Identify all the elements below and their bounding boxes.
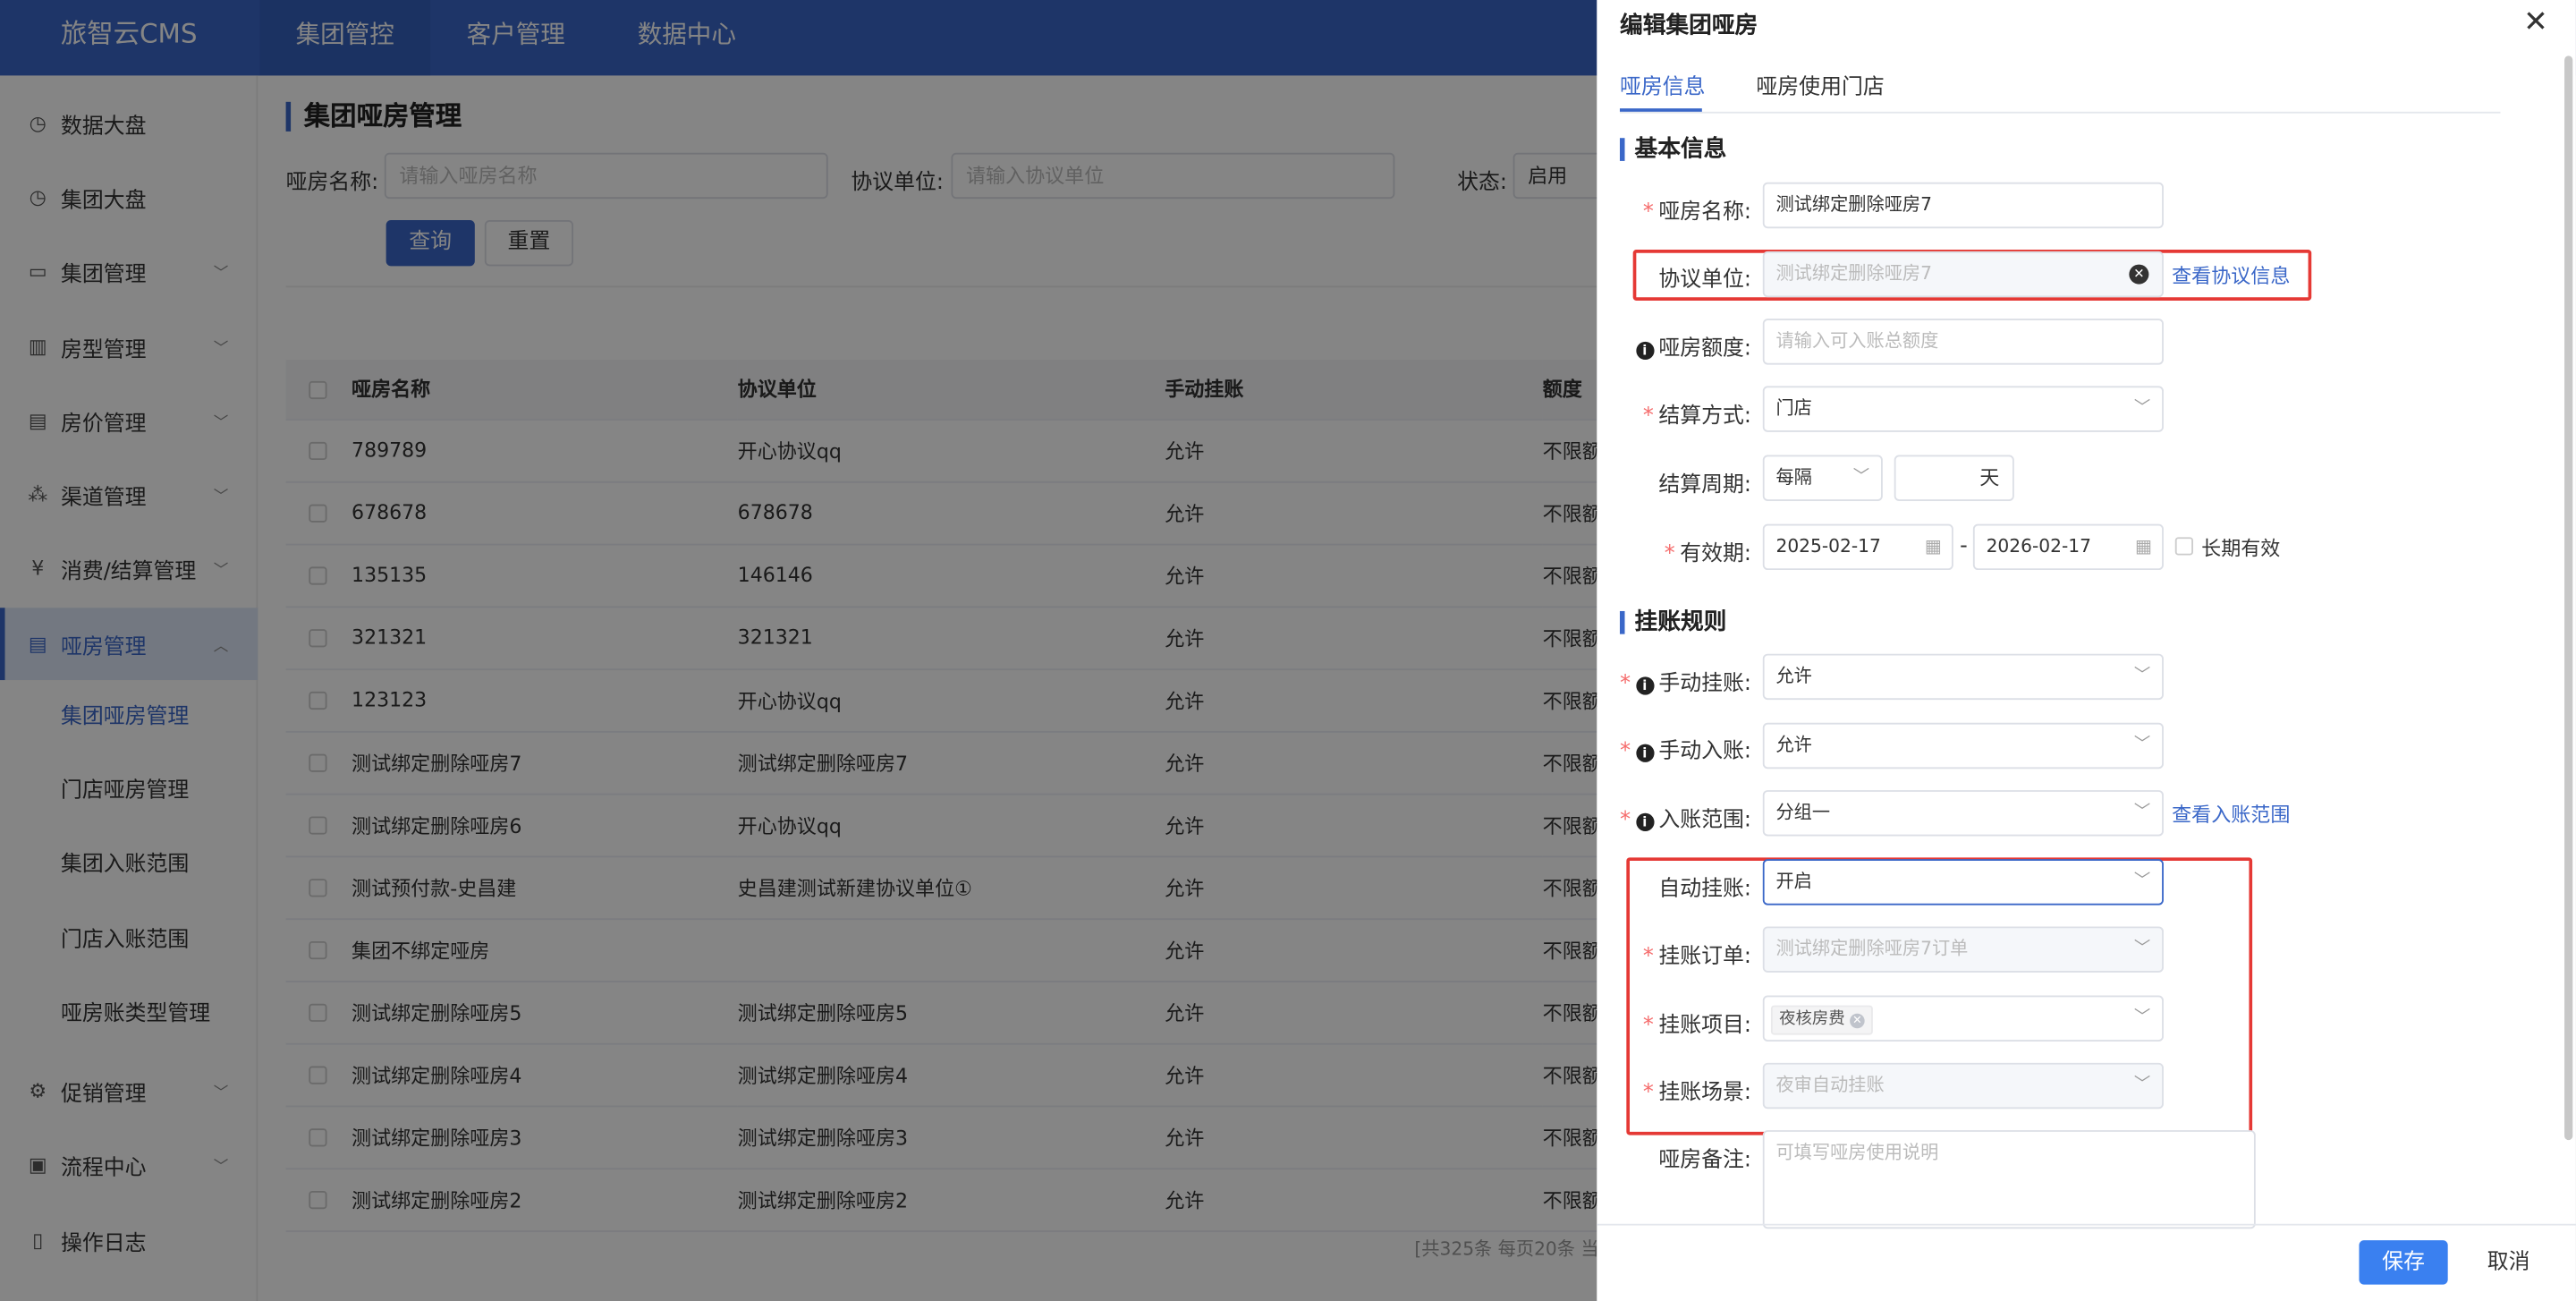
post-scope-value: 分组一 (1775, 801, 1831, 823)
charge-scene-label: * 挂账场景: (1642, 1081, 1751, 1106)
charge-order-value: 测试绑定删除哑房7订单 (1775, 938, 1969, 960)
settle-method-label: * 结算方式: (1642, 404, 1751, 429)
charge-scene-select[interactable]: 夜审自动挂账 ﹀ (1762, 1062, 2164, 1110)
required-mark: * (1642, 404, 1654, 429)
edit-drawer: 编辑集团哑房 ✕ 哑房信息 哑房使用门店 基本信息 * 哑房名称: 测试绑定删除哑… (1597, 0, 2576, 1301)
required-mark: * (1620, 739, 1631, 764)
agreement-unit-input[interactable]: 测试绑定删除哑房7 ✕ (1762, 251, 2164, 298)
settle-method-select[interactable]: 门店 ﹀ (1762, 386, 2164, 432)
section-charge-rules: 挂账规则 (1619, 610, 1726, 634)
info-icon: i (1635, 676, 1654, 695)
long-term-label: 长期有效 (2201, 537, 2281, 561)
remark-textarea[interactable]: 可填写哑房使用说明 (1762, 1130, 2256, 1229)
required-mark: * (1664, 541, 1675, 567)
charge-order-select[interactable]: 测试绑定删除哑房7订单 ﹀ (1762, 926, 2164, 973)
quota-label: i 哑房额度: (1597, 330, 1751, 361)
date-separator: - (1960, 533, 1968, 559)
post-scope-label: * i 入账范围: (1620, 808, 1751, 833)
chevron-down-icon: ﹀ (1852, 468, 1870, 487)
section-basic-info: 基本信息 (1619, 138, 1726, 161)
settle-cycle-days-input[interactable]: 天 (1894, 455, 2014, 501)
required-mark: * (1642, 1013, 1654, 1039)
active-tab-indicator (1619, 108, 1702, 112)
required-mark: * (1620, 671, 1631, 697)
manual-post-value: 允许 (1775, 734, 1812, 756)
drawer-title: 编辑集团哑房 (1619, 13, 1758, 40)
long-term-checkbox[interactable] (2174, 537, 2193, 556)
required-mark: * (1642, 200, 1654, 225)
info-icon: i (1635, 744, 1654, 762)
tabs-divider (1619, 111, 2501, 114)
post-scope-select[interactable]: 分组一 ﹀ (1762, 790, 2164, 837)
required-mark: * (1642, 1081, 1654, 1106)
charge-item-tag: 夜核房费 ✕ (1770, 1005, 1873, 1035)
settle-cycle-select[interactable]: 每隔 ﹀ (1762, 455, 1883, 501)
charge-item-label: * 挂账项目: (1642, 1013, 1751, 1039)
dummy-name-input[interactable]: 测试绑定删除哑房7 (1762, 182, 2164, 229)
manual-post-select[interactable]: 允许 ﹀ (1762, 722, 2164, 770)
days-unit: 天 (1979, 466, 2000, 490)
validity-label: * 有效期: (1664, 541, 1751, 567)
required-mark: * (1620, 808, 1631, 833)
validity-end-date[interactable]: 2026-02-17 ▦ (1972, 523, 2164, 571)
manual-charge-value: 允许 (1775, 665, 1812, 687)
manual-post-label: * i 手动入账: (1620, 739, 1751, 764)
calendar-icon: ▦ (2134, 535, 2153, 557)
auto-charge-value: 开启 (1775, 871, 1812, 892)
chevron-down-icon: ﹀ (2133, 872, 2151, 891)
info-icon: i (1635, 812, 1654, 831)
settle-cycle-value: 每隔 (1775, 466, 1812, 489)
chevron-down-icon: ﹀ (2133, 399, 2151, 418)
end-date-value: 2026-02-17 (1986, 535, 2092, 557)
cancel-button[interactable]: 取消 (2464, 1240, 2553, 1285)
charge-order-label: * 挂账订单: (1642, 944, 1751, 970)
chevron-down-icon: ﹀ (2133, 940, 2151, 958)
save-button[interactable]: 保存 (2359, 1240, 2448, 1285)
tag-close-icon[interactable]: ✕ (1850, 1013, 1865, 1029)
tab-dummy-info[interactable]: 哑房信息 (1620, 69, 1706, 100)
required-mark: * (1642, 944, 1654, 970)
settle-method-value: 门店 (1775, 397, 1812, 420)
close-icon[interactable]: ✕ (2523, 5, 2548, 40)
quota-input[interactable]: 请输入可入账总额度 (1762, 319, 2164, 365)
manual-charge-select[interactable]: 允许 ﹀ (1762, 653, 2164, 701)
chevron-down-icon: ﹀ (2133, 1008, 2151, 1027)
settle-cycle-label: 结算周期: (1658, 472, 1751, 498)
charge-item-select[interactable]: 夜核房费 ✕ ﹀ (1762, 995, 2164, 1042)
charge-scene-value: 夜审自动挂账 (1775, 1074, 1885, 1096)
unit-input-value: 测试绑定删除哑房7 (1775, 262, 1932, 285)
chevron-down-icon: ﹀ (2133, 1076, 2151, 1094)
auto-charge-select[interactable]: 开启 ﹀ (1762, 859, 2164, 906)
chevron-down-icon: ﹀ (2133, 803, 2151, 821)
calendar-icon: ▦ (1924, 535, 1942, 557)
unit-label: 协议单位: (1658, 268, 1751, 293)
tab-dummy-stores[interactable]: 哑房使用门店 (1756, 69, 1884, 100)
start-date-value: 2025-02-17 (1775, 535, 1881, 557)
info-icon: i (1635, 341, 1654, 361)
chevron-down-icon: ﹀ (2133, 736, 2151, 754)
validity-start-date[interactable]: 2025-02-17 ▦ (1762, 523, 1953, 571)
scrollbar[interactable] (2564, 55, 2573, 1141)
auto-charge-label: 自动挂账: (1658, 877, 1751, 902)
manual-charge-label: * i 手动挂账: (1620, 671, 1751, 697)
chevron-down-icon: ﹀ (2133, 667, 2151, 685)
name-label: * 哑房名称: (1642, 200, 1751, 225)
footer-divider (1597, 1223, 2576, 1226)
clear-icon[interactable]: ✕ (2129, 264, 2149, 285)
view-post-scope-link[interactable]: 查看入账范围 (2172, 800, 2290, 828)
view-agreement-link[interactable]: 查看协议信息 (2172, 261, 2290, 289)
remark-label: 哑房备注: (1658, 1148, 1751, 1173)
